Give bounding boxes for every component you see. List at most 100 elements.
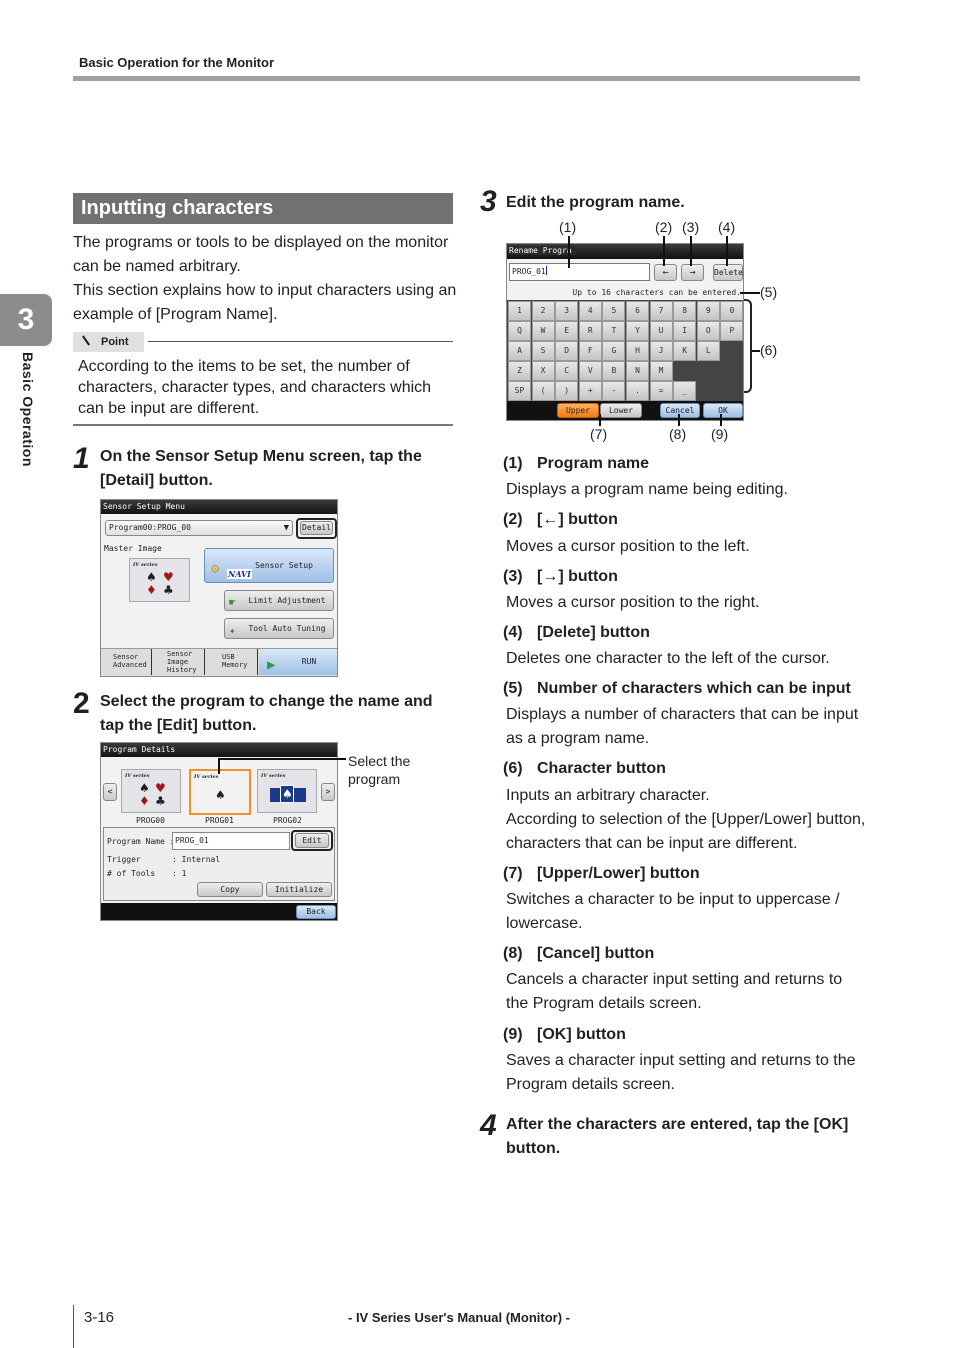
- program-thumbnail-selected[interactable]: IV series ♠: [189, 769, 251, 815]
- footer-rule: [73, 1305, 74, 1348]
- character-key[interactable]: S: [531, 341, 555, 361]
- description-body: Displays a program name being editing.: [506, 481, 788, 498]
- step-1-text: On the Sensor Setup Menu screen, tap the…: [100, 448, 422, 489]
- hand-icon: ☛: [229, 596, 236, 609]
- character-key[interactable]: SP: [508, 381, 531, 401]
- cancel-button[interactable]: Cancel: [660, 403, 700, 418]
- sensor-setup-button[interactable]: ⚙ NAVI Sensor Setup: [204, 548, 334, 583]
- program-thumbnail[interactable]: IV series ♠ ♥ ♦ ♣: [121, 769, 181, 813]
- callout-4: (4): [718, 219, 736, 235]
- description-heading: (9) [OK] button: [503, 1026, 626, 1043]
- copy-button[interactable]: Copy: [197, 882, 263, 897]
- character-key[interactable]: (: [531, 381, 555, 401]
- description-body: Displays a number of characters that can…: [506, 706, 859, 747]
- character-key[interactable]: D: [555, 341, 579, 361]
- program-thumbnail[interactable]: IV series ♠: [257, 769, 317, 813]
- character-key[interactable]: M: [649, 361, 673, 381]
- character-key[interactable]: A: [508, 341, 531, 361]
- character-key[interactable]: 0: [720, 301, 743, 321]
- initialize-button[interactable]: Initialize: [266, 882, 332, 897]
- next-program-button[interactable]: >: [321, 783, 335, 801]
- character-key[interactable]: 3: [555, 301, 579, 321]
- character-key[interactable]: L: [696, 341, 720, 361]
- club-icon: ♣: [155, 794, 166, 808]
- program-select[interactable]: Program00:PROG_00 ▼: [105, 520, 293, 536]
- program-name-field[interactable]: PROG_01: [509, 263, 650, 281]
- point-label: Point: [101, 336, 129, 348]
- character-key[interactable]: +: [578, 381, 602, 401]
- diamond-icon: ♦: [139, 794, 150, 808]
- character-key[interactable]: P: [720, 321, 743, 341]
- character-key[interactable]: 1: [508, 301, 531, 321]
- step-4-text: After the characters are entered, tap th…: [506, 1116, 849, 1157]
- ok-button[interactable]: OK: [703, 403, 743, 418]
- character-key[interactable]: Q: [508, 321, 531, 341]
- character-key[interactable]: ): [555, 381, 579, 401]
- usb-memory-tab[interactable]: USB Memory: [206, 649, 258, 675]
- character-key[interactable]: .: [626, 381, 649, 401]
- character-key[interactable]: N: [626, 361, 649, 381]
- callout-line: [218, 758, 220, 774]
- text-cursor: [545, 266, 547, 275]
- character-key[interactable]: U: [649, 321, 673, 341]
- character-key[interactable]: C: [555, 361, 579, 381]
- character-key[interactable]: I: [673, 321, 697, 341]
- character-key[interactable]: G: [602, 341, 626, 361]
- character-key[interactable]: R: [578, 321, 602, 341]
- character-key[interactable]: K: [673, 341, 697, 361]
- description-heading: (1) Program name: [503, 455, 650, 472]
- character-key[interactable]: 8: [673, 301, 697, 321]
- tool-auto-tuning-button[interactable]: ✦ Tool Auto Tuning: [224, 618, 334, 639]
- callout-2: (2): [655, 219, 673, 235]
- character-key[interactable]: _: [673, 381, 697, 401]
- character-key[interactable]: J: [649, 341, 673, 361]
- character-key[interactable]: Z: [508, 361, 531, 381]
- character-key[interactable]: 4: [578, 301, 602, 321]
- program-label: PROG00: [136, 816, 165, 825]
- character-key[interactable]: V: [578, 361, 602, 381]
- character-key[interactable]: 2: [531, 301, 555, 321]
- section-title: Inputting characters: [73, 193, 453, 224]
- spade-icon: ♠: [146, 570, 157, 584]
- intro-paragraph-1: The programs or tools to be displayed on…: [73, 234, 449, 275]
- program-name-field[interactable]: PROG_01: [172, 832, 290, 850]
- delete-button[interactable]: Delete: [713, 264, 743, 281]
- sensor-image-history-tab[interactable]: Sensor Image History: [153, 649, 205, 675]
- back-button[interactable]: Back: [296, 905, 336, 919]
- run-tab[interactable]: ▶ RUN: [259, 649, 337, 675]
- character-key[interactable]: X: [531, 361, 555, 381]
- character-key[interactable]: 6: [626, 301, 649, 321]
- cursor-right-button[interactable]: →: [681, 264, 704, 281]
- character-key[interactable]: F: [578, 341, 602, 361]
- prev-program-button[interactable]: <: [103, 783, 117, 801]
- lower-button[interactable]: Lower: [600, 403, 642, 418]
- step-3-text: Edit the program name.: [506, 194, 685, 211]
- character-key[interactable]: 5: [602, 301, 626, 321]
- character-key[interactable]: -: [602, 381, 626, 401]
- character-key[interactable]: 9: [696, 301, 720, 321]
- callout-8: (8): [669, 426, 687, 442]
- character-key[interactable]: H: [626, 341, 649, 361]
- character-key[interactable]: O: [696, 321, 720, 341]
- detail-highlight: [296, 518, 337, 539]
- step-1-number: 1: [73, 442, 90, 475]
- pencil-icon: [82, 335, 90, 346]
- character-key[interactable]: W: [531, 321, 555, 341]
- character-key[interactable]: =: [649, 381, 673, 401]
- trigger-value: : Internal: [172, 855, 221, 864]
- description-body: Switches a character to be input to uppe…: [506, 891, 840, 932]
- cursor-left-button[interactable]: ←: [654, 264, 677, 281]
- point-rule: [148, 341, 453, 342]
- character-key[interactable]: T: [602, 321, 626, 341]
- upper-button[interactable]: Upper: [557, 403, 599, 418]
- character-key[interactable]: E: [555, 321, 579, 341]
- callout-line-7: [599, 414, 601, 426]
- screen-title: Rename Progra: [507, 244, 743, 259]
- limit-adjustment-button[interactable]: ☛ Limit Adjustment: [224, 590, 334, 611]
- character-key[interactable]: B: [602, 361, 626, 381]
- sensor-advanced-tab[interactable]: Sensor Advanced: [101, 649, 152, 675]
- character-key[interactable]: 7: [649, 301, 673, 321]
- character-key[interactable]: Y: [626, 321, 649, 341]
- program-label: PROG02: [273, 816, 302, 825]
- screen-title: Sensor Setup Menu: [101, 500, 337, 514]
